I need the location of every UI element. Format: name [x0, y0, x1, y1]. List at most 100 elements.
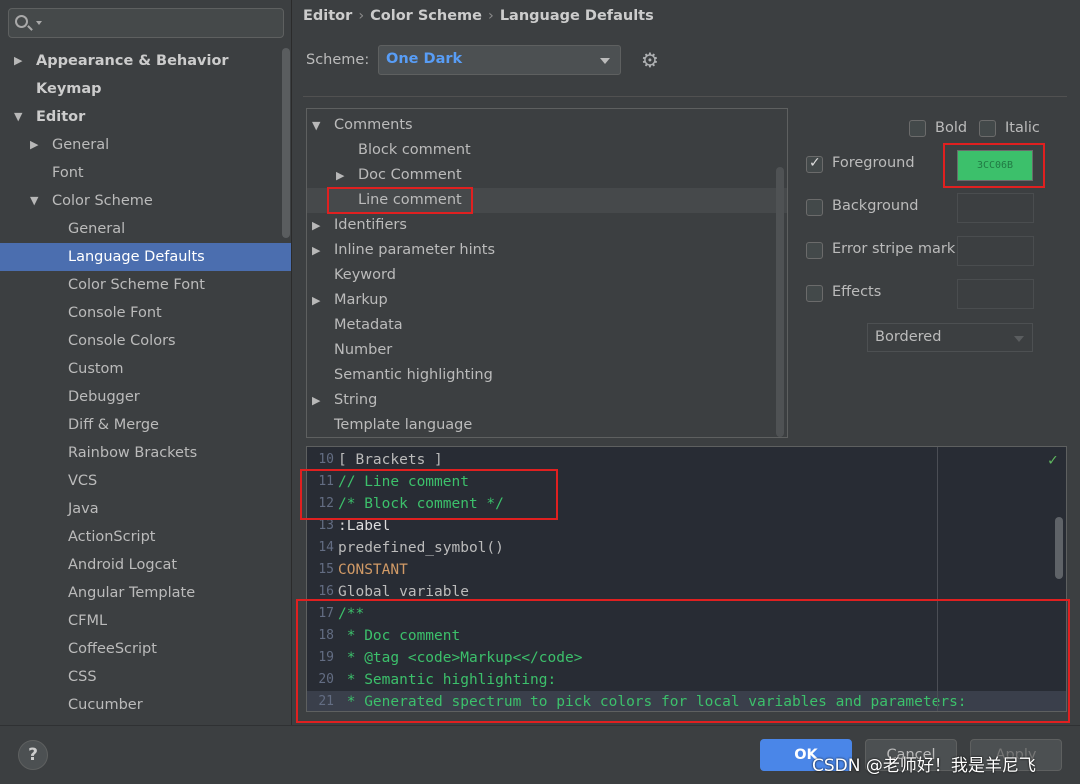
attribute-tree-scrollbar[interactable] [776, 167, 784, 437]
chevron-down-icon [1014, 336, 1024, 342]
collapse-arrow-icon[interactable]: ▶ [312, 388, 320, 413]
settings-sidebar: ▶ Appearance & Behavior Keymap ▼ Editor ▶ Gene… [0, 0, 292, 725]
help-button[interactable]: ? [18, 740, 48, 770]
attribute-item-label: Inline parameter hints [334, 242, 496, 258]
sidebar-item-angular-template[interactable]: Angular Template [0, 579, 291, 607]
code-line: 14 predefined_symbol() [307, 537, 1066, 559]
sidebar-item-label: Appearance & Behavior [36, 53, 229, 69]
sidebar-item-cfml[interactable]: CFML [0, 607, 291, 635]
breadcrumb: Editor › Color Scheme › Language Defaults [303, 8, 654, 28]
scheme-label: Scheme: [306, 52, 370, 68]
effects-type-value: Bordered [875, 329, 942, 345]
background-checkbox[interactable] [806, 199, 823, 216]
breadcrumb-item-language-defaults: Language Defaults [499, 8, 654, 24]
sidebar-item-label: General [52, 137, 110, 153]
attribute-item-label: Semantic highlighting [334, 367, 493, 383]
sidebar-item-diff-merge[interactable]: Diff & Merge [0, 411, 291, 439]
italic-checkbox[interactable] [979, 120, 996, 137]
background-color-swatch[interactable] [957, 193, 1034, 223]
effects-checkbox[interactable] [806, 285, 823, 302]
error-stripe-color-swatch[interactable] [957, 236, 1034, 266]
attribute-item-doc-comment[interactable]: ▶ Doc Comment [307, 163, 787, 188]
breadcrumb-separator: › [488, 8, 494, 24]
sidebar-item-label: Cucumber [68, 697, 143, 713]
effects-color-swatch[interactable] [957, 279, 1034, 309]
code-text: CONSTANT [338, 562, 408, 578]
sidebar-item-actionscript[interactable]: ActionScript [0, 523, 291, 551]
sidebar-item-color-scheme[interactable]: ▼ Color Scheme [0, 187, 291, 215]
line-comment-annotation-box [327, 187, 473, 214]
collapse-arrow-icon[interactable]: ▶ [312, 288, 320, 313]
attribute-item-keyword[interactable]: Keyword [307, 263, 787, 288]
background-label: Background [832, 198, 919, 214]
attribute-item-inline-parameter-hints[interactable]: ▶ Inline parameter hints [307, 238, 787, 263]
sidebar-item-console-font[interactable]: Console Font [0, 299, 291, 327]
foreground-checkbox[interactable] [806, 155, 823, 173]
sidebar-item-label: Rainbow Brackets [68, 445, 198, 461]
settings-search-box[interactable] [8, 8, 284, 38]
expand-arrow-icon[interactable]: ▼ [30, 187, 38, 215]
sidebar-item-appearance-behavior[interactable]: ▶ Appearance & Behavior [0, 47, 291, 75]
settings-search-input[interactable] [47, 13, 277, 33]
attribute-item-template-language[interactable]: Template language [307, 413, 787, 437]
sidebar-item-color-scheme-font[interactable]: Color Scheme Font [0, 271, 291, 299]
sidebar-item-label: General [68, 221, 126, 237]
sidebar-item-label: VCS [68, 473, 98, 489]
expand-arrow-icon[interactable]: ▼ [312, 113, 320, 138]
attribute-item-semantic-highlighting[interactable]: Semantic highlighting [307, 363, 787, 388]
error-stripe-checkbox[interactable] [806, 242, 823, 259]
scheme-dropdown[interactable]: One Dark [378, 45, 621, 75]
collapse-arrow-icon[interactable]: ▶ [312, 238, 320, 263]
sidebar-item-java[interactable]: Java [0, 495, 291, 523]
gear-icon[interactable]: ⚙ [641, 50, 661, 70]
sidebar-item-language-defaults[interactable]: Language Defaults [0, 243, 291, 271]
sidebar-item-rainbow-brackets[interactable]: Rainbow Brackets [0, 439, 291, 467]
sidebar-item-label: Diff & Merge [68, 417, 159, 433]
sidebar-item-label: Console Font [68, 305, 162, 321]
sidebar-item-font[interactable]: Font [0, 159, 291, 187]
collapse-arrow-icon[interactable]: ▶ [30, 131, 38, 159]
attribute-item-label: Template language [334, 417, 473, 433]
collapse-arrow-icon[interactable]: ▶ [14, 47, 22, 75]
sidebar-item-vcs[interactable]: VCS [0, 467, 291, 495]
expand-arrow-icon[interactable]: ▼ [14, 103, 22, 131]
sidebar-item-label: Language Defaults [68, 249, 205, 265]
sidebar-item-android-logcat[interactable]: Android Logcat [0, 551, 291, 579]
attribute-item-string[interactable]: ▶ String [307, 388, 787, 413]
line-number: 14 [318, 540, 334, 555]
sidebar-item-custom[interactable]: Custom [0, 355, 291, 383]
sidebar-item-label: Color Scheme Font [68, 277, 205, 293]
double-check-icon: ✓ [1048, 450, 1058, 469]
sidebar-item-label: Editor [36, 109, 86, 125]
sidebar-item-label: Debugger [68, 389, 140, 405]
bold-checkbox[interactable] [909, 120, 926, 137]
attribute-item-comments[interactable]: ▼ Comments [307, 113, 787, 138]
attribute-item-block-comment[interactable]: Block comment [307, 138, 787, 163]
sidebar-item-coffeescript[interactable]: CoffeeScript [0, 635, 291, 663]
sidebar-item-editor[interactable]: ▼ Editor [0, 103, 291, 131]
sidebar-item-console-colors[interactable]: Console Colors [0, 327, 291, 355]
sidebar-item-debugger[interactable]: Debugger [0, 383, 291, 411]
sidebar-item-editor-general[interactable]: ▶ General [0, 131, 291, 159]
effects-type-dropdown[interactable]: Bordered [867, 323, 1033, 352]
effects-label: Effects [832, 284, 882, 300]
sidebar-item-cs-general[interactable]: General [0, 215, 291, 243]
comment-lines-annotation-box [300, 469, 558, 520]
breadcrumb-item-color-scheme[interactable]: Color Scheme [370, 8, 482, 24]
preview-scrollbar[interactable] [1055, 517, 1063, 579]
search-icon [15, 15, 28, 28]
collapse-arrow-icon[interactable]: ▶ [312, 213, 320, 238]
sidebar-item-keymap[interactable]: Keymap [0, 75, 291, 103]
breadcrumb-item-editor[interactable]: Editor [303, 8, 352, 24]
search-history-dropdown-icon[interactable] [36, 21, 42, 25]
sidebar-item-label: Color Scheme [52, 193, 153, 209]
attribute-item-metadata[interactable]: Metadata [307, 313, 787, 338]
attribute-item-number[interactable]: Number [307, 338, 787, 363]
collapse-arrow-icon[interactable]: ▶ [336, 163, 344, 188]
sidebar-item-cucumber[interactable]: Cucumber [0, 691, 291, 719]
sidebar-scrollbar[interactable] [282, 48, 290, 238]
attribute-item-markup[interactable]: ▶ Markup [307, 288, 787, 313]
attribute-item-label: Markup [334, 292, 388, 308]
sidebar-item-css[interactable]: CSS [0, 663, 291, 691]
attribute-item-identifiers[interactable]: ▶ Identifiers [307, 213, 787, 238]
